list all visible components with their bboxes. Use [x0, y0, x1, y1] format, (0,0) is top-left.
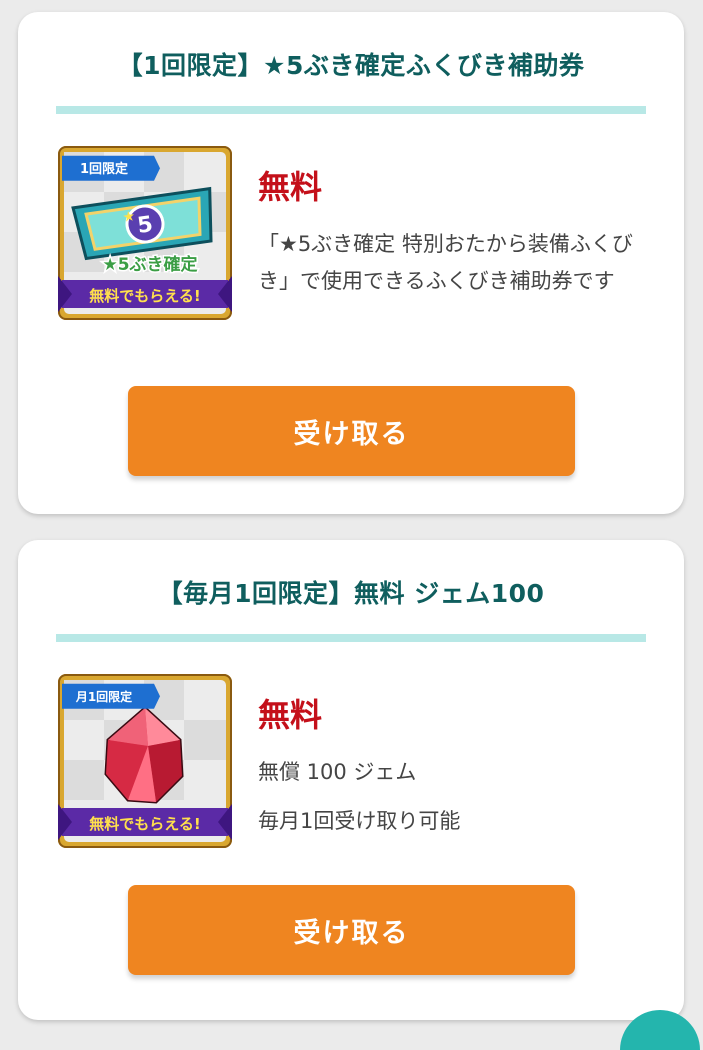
- claim-button[interactable]: 受け取る: [128, 386, 575, 476]
- svg-text:★: ★: [122, 208, 137, 226]
- offer-title: 【1回限定】★5ぶき確定ふくびき補助券: [117, 51, 585, 80]
- price-label: 無料: [258, 696, 323, 734]
- price-label: 無料: [258, 168, 323, 206]
- ticket-caption: ★5ぶき確定: [102, 254, 197, 275]
- gem-amount-text: 無償 100 ジェム: [258, 760, 417, 784]
- ticket-badge-text: 1回限定: [80, 161, 128, 177]
- claim-button[interactable]: 受け取る: [128, 885, 575, 975]
- gem-badge-text: 月1回限定: [75, 689, 132, 704]
- ticket-banner-text: 無料でもらえる!: [89, 287, 200, 305]
- title-divider: [56, 106, 646, 114]
- gem-item-icon: 月1回限定 無料でもらえる!: [58, 674, 232, 848]
- claim-frequency-text: 毎月1回受け取り可能: [258, 809, 461, 833]
- offer-title: 【毎月1回限定】無料 ジェム100: [157, 579, 545, 608]
- offer-card-ticket: 【1回限定】★5ぶき確定ふくびき補助券 5 ★ ★5ぶき確定 1回限定 無料でも…: [18, 12, 684, 514]
- item-description: 「★5ぶき確定 特別おたから装備ふくびき」で使用できるふくびき補助券です: [258, 232, 633, 293]
- ticket-item-icon: 5 ★ ★5ぶき確定 1回限定 無料でもらえる!: [58, 146, 232, 320]
- title-divider: [56, 634, 646, 642]
- offer-card-gems: 【毎月1回限定】無料 ジェム100 月1回限定 無料でもらえる! 無料 無償 1…: [18, 540, 684, 1020]
- gem-banner-text: 無料でもらえる!: [89, 815, 200, 833]
